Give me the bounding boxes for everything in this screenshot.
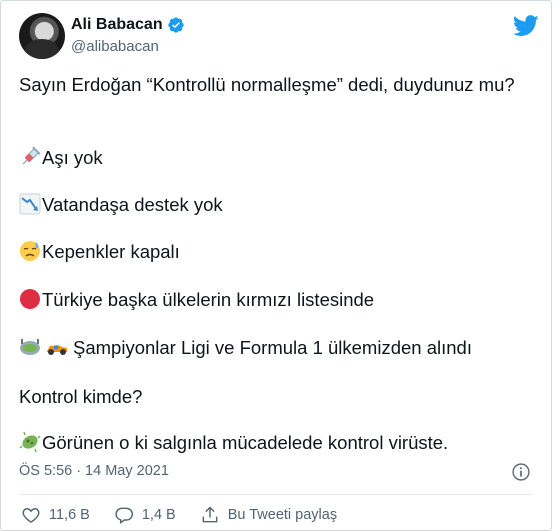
tweet-line-4: Türkiye başka ülkelerin kırmızı listesin… bbox=[19, 288, 374, 312]
item-aşı: Aşı yok bbox=[42, 147, 103, 168]
share-button[interactable]: Bu Tweeti paylaş bbox=[200, 505, 337, 525]
twitter-bird-icon[interactable] bbox=[513, 15, 539, 37]
heart-icon bbox=[22, 508, 40, 523]
item-kepenkler: Kepenkler kapalı bbox=[42, 241, 180, 262]
race-car-icon bbox=[47, 345, 67, 355]
tweet-time[interactable]: ÖS 5:56 bbox=[19, 463, 72, 479]
item-destek: Vatandaşa destek yok bbox=[42, 194, 223, 215]
info-icon[interactable] bbox=[511, 462, 531, 482]
author-handle[interactable]: @alibabacan bbox=[71, 38, 185, 55]
reply-bubble-icon bbox=[115, 507, 133, 524]
tweet-line-closing: Görünen o ki salgınla mücadelede kontrol… bbox=[19, 431, 448, 455]
divider bbox=[19, 494, 533, 495]
item-kirmizi-liste: Türkiye başka ülkelerin kırmızı listesin… bbox=[42, 289, 375, 310]
tweet-header: Ali Babacan @alibabacan bbox=[19, 13, 539, 61]
like-button[interactable]: 11,6 B bbox=[21, 505, 90, 525]
item-sampiyonlar: Şampiyonlar Ligi ve Formula 1 ülkemizden… bbox=[73, 337, 472, 358]
tweet-card: Ali Babacan @alibabacan Sayın Erdoğan “K… bbox=[0, 0, 552, 531]
reply-button[interactable]: 1,4 B bbox=[114, 505, 176, 525]
timestamp-separator: · bbox=[76, 463, 82, 479]
author-block[interactable]: Ali Babacan @alibabacan bbox=[71, 14, 185, 55]
tweet-question: Kontrol kimde? bbox=[19, 386, 143, 407]
red-circle-icon bbox=[20, 289, 40, 309]
syringe-icon bbox=[22, 146, 41, 165]
chart-decreasing-icon bbox=[19, 193, 41, 215]
tweet-line-1: Aşı yok bbox=[19, 146, 103, 170]
author-display-name[interactable]: Ali Babacan bbox=[71, 16, 163, 34]
item-closing: Görünen o ki salgınla mücadelede kontrol… bbox=[42, 432, 449, 453]
tweet-line-2: Vatandaşa destek yok bbox=[19, 193, 223, 217]
downcast-face-icon bbox=[20, 241, 40, 261]
tweet-date[interactable]: 14 May 2021 bbox=[85, 463, 169, 479]
microbe-icon bbox=[19, 431, 41, 453]
stadium-icon bbox=[20, 339, 40, 355]
verified-badge-icon bbox=[167, 17, 184, 33]
share-icon bbox=[202, 506, 218, 523]
tweet-line-3: Kepenkler kapalı bbox=[19, 240, 180, 264]
tweet-timestamp[interactable]: ÖS 5:56 · 14 May 2021 bbox=[19, 463, 169, 479]
tweet-actions: 11,6 B 1,4 B Bu Tweeti paylaş bbox=[21, 504, 361, 526]
like-count: 11,6 B bbox=[49, 507, 90, 523]
reply-count: 1,4 B bbox=[141, 507, 176, 523]
avatar[interactable] bbox=[19, 13, 65, 59]
share-label: Bu Tweeti paylaş bbox=[227, 507, 338, 523]
tweet-intro: Sayın Erdoğan “Kontrollü normalleşme” de… bbox=[19, 74, 515, 95]
tweet-line-5: Şampiyonlar Ligi ve Formula 1 ülkemizden… bbox=[19, 336, 472, 360]
